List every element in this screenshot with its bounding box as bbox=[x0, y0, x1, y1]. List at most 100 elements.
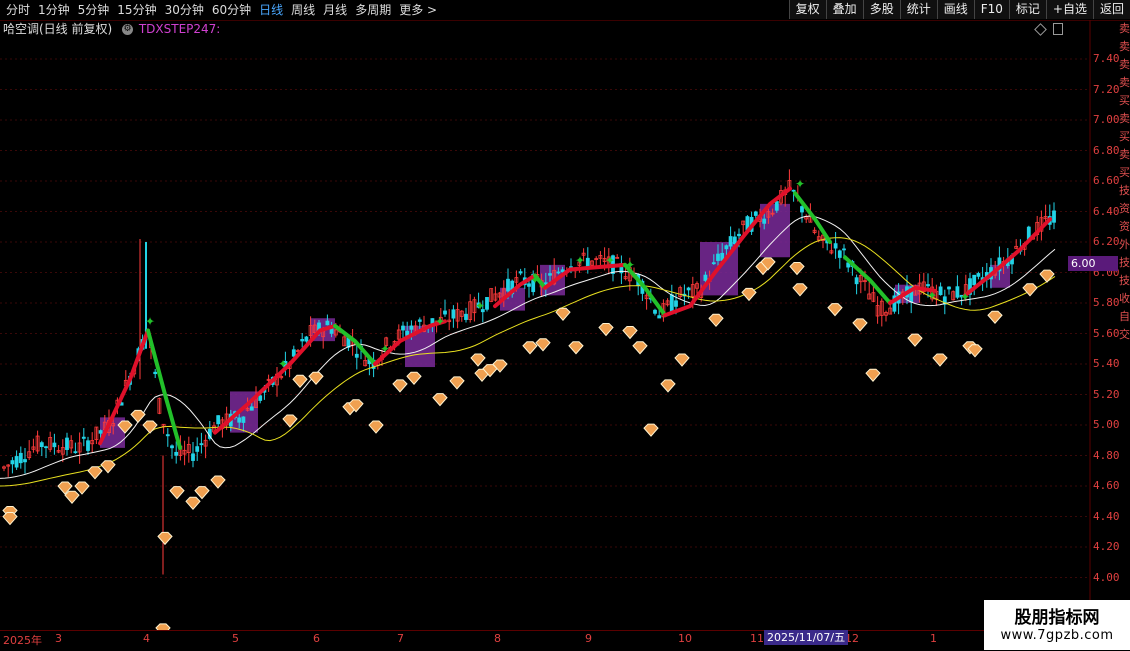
diamond-marker-icon bbox=[535, 338, 551, 352]
candle-body bbox=[195, 446, 200, 452]
diamond-marker-icon bbox=[792, 283, 808, 297]
diamond-marker-icon bbox=[660, 379, 676, 393]
period-tab-3[interactable]: 15分钟 bbox=[113, 1, 160, 19]
candle-body bbox=[972, 274, 977, 286]
candle-body bbox=[249, 406, 254, 411]
period-tab-6[interactable]: 日线 bbox=[255, 1, 287, 19]
period-tab-10[interactable]: 更多 > bbox=[395, 1, 441, 19]
candle-body bbox=[711, 262, 716, 265]
date-axis: 2025年 3 4 5 6 7 8 9 10 11 12 1 bbox=[0, 630, 1130, 651]
toolbar-button-3[interactable]: 统计 bbox=[899, 0, 937, 19]
diamond-marker-icon bbox=[1039, 269, 1055, 283]
price-tick-label: 5.40 bbox=[1093, 357, 1120, 370]
diamond-marker-icon bbox=[185, 496, 201, 511]
diamond-marker-icon bbox=[622, 326, 638, 340]
candle-body bbox=[401, 325, 405, 331]
date-tick-label: 1 bbox=[930, 632, 937, 645]
candle-body bbox=[947, 286, 951, 290]
candle-body bbox=[674, 300, 678, 307]
candle-body bbox=[409, 325, 414, 330]
signal-star-icon: ✦ bbox=[625, 258, 635, 272]
candle-body bbox=[39, 442, 44, 448]
candle-body bbox=[86, 440, 90, 451]
period-tab-7[interactable]: 周线 bbox=[287, 1, 319, 19]
diamond-marker-icon bbox=[470, 353, 486, 367]
toolbar-button-5[interactable]: F10 bbox=[973, 0, 1009, 19]
candle-body bbox=[518, 271, 523, 274]
candle-body bbox=[464, 313, 468, 320]
highlighted-date: 2025/11/07/五 bbox=[764, 630, 849, 645]
date-tick-label: 2025年 bbox=[3, 634, 42, 647]
toolbar-button-6[interactable]: 标记 bbox=[1008, 0, 1046, 19]
candle-body bbox=[304, 336, 309, 342]
diamond-marker-icon bbox=[827, 303, 843, 317]
candle-body bbox=[724, 245, 729, 250]
period-tabs: 分时 1分钟 5分钟 15分钟 30分钟 60分钟 日线 周线 月线 多周期 更多 > bbox=[2, 1, 441, 19]
toolbar-button-4[interactable]: 画线 bbox=[936, 0, 974, 19]
candle-body bbox=[354, 353, 359, 358]
current-price-tag: 6.00 bbox=[1068, 256, 1118, 271]
candle-body bbox=[23, 459, 27, 463]
candle-body bbox=[837, 250, 842, 258]
candle-body bbox=[732, 236, 737, 245]
candle-body bbox=[405, 330, 410, 336]
diamond-marker-icon bbox=[392, 379, 408, 393]
candle-body bbox=[686, 287, 691, 291]
period-tab-8[interactable]: 月线 bbox=[319, 1, 351, 19]
diamond-marker-icon bbox=[368, 420, 384, 434]
candle-body bbox=[18, 452, 23, 464]
price-tick-label: 4.00 bbox=[1093, 570, 1120, 584]
candle-body bbox=[955, 286, 960, 298]
period-tab-9[interactable]: 多周期 bbox=[351, 1, 395, 19]
period-tab-5[interactable]: 60分钟 bbox=[208, 1, 255, 19]
candle-body bbox=[291, 349, 296, 357]
period-tab-2[interactable]: 5分钟 bbox=[74, 1, 114, 19]
kline-chart[interactable]: ✦ ✦ ✦ ✦ ✦ ✦ ✦ ✦ ✦ ✦ ✦ ✦ bbox=[0, 20, 1118, 630]
candle-body bbox=[14, 456, 19, 468]
candle-body bbox=[165, 434, 170, 437]
price-tick-label: 5.00 bbox=[1093, 418, 1120, 431]
date-tick-label: 11 bbox=[750, 632, 764, 645]
price-tick-label: 6.60 bbox=[1093, 174, 1120, 187]
toolbar-button-2[interactable]: 多股 bbox=[862, 0, 900, 19]
diamond-marker-icon bbox=[449, 376, 465, 390]
candle-body bbox=[669, 294, 674, 312]
candle-body bbox=[762, 218, 767, 224]
toolbar-button-1[interactable]: 叠加 bbox=[825, 0, 863, 19]
candle-body bbox=[10, 460, 15, 465]
date-tick-label: 3 bbox=[55, 632, 62, 645]
candle-body bbox=[548, 273, 552, 276]
toolbar-button-0[interactable]: 复权 bbox=[788, 0, 826, 19]
right-panel-strip[interactable]: 卖卖卖卖买卖买卖买技资资外技技收自交 bbox=[1119, 20, 1130, 630]
diamond-marker-icon bbox=[987, 310, 1003, 325]
candle-body bbox=[191, 453, 195, 461]
toolbar-button-7[interactable]: +自选 bbox=[1045, 0, 1093, 19]
candle-body bbox=[728, 236, 733, 247]
candle-body bbox=[506, 278, 510, 292]
candle-body bbox=[174, 451, 179, 456]
period-tab-4[interactable]: 30分钟 bbox=[161, 1, 208, 19]
candle-body bbox=[73, 451, 78, 454]
candle-body bbox=[98, 430, 103, 434]
period-tab-1[interactable]: 1分钟 bbox=[34, 1, 74, 19]
candle-body bbox=[854, 277, 859, 285]
candle-body bbox=[737, 233, 741, 237]
candle-body bbox=[976, 273, 981, 277]
diamond-marker-icon bbox=[308, 371, 324, 386]
diamond-marker-icon bbox=[632, 341, 648, 355]
date-tick-label: 8 bbox=[494, 632, 501, 645]
candle-body bbox=[65, 437, 69, 450]
diamond-marker-icon bbox=[292, 374, 308, 389]
toolbar-button-8[interactable]: 返回 bbox=[1092, 0, 1130, 19]
diamond-marker-icon bbox=[708, 313, 724, 328]
candle-body bbox=[842, 248, 846, 251]
candle-body bbox=[833, 243, 838, 249]
price-tick-label: 5.60 bbox=[1093, 326, 1120, 340]
price-tick-label: 4.20 bbox=[1093, 540, 1120, 553]
diamond-marker-icon bbox=[852, 318, 868, 332]
candle-body bbox=[44, 446, 48, 449]
candle-body bbox=[417, 319, 422, 322]
signal-star-icon: ✦ bbox=[795, 177, 805, 191]
diamond-marker-icon bbox=[210, 475, 226, 489]
period-tab-0[interactable]: 分时 bbox=[2, 1, 34, 19]
